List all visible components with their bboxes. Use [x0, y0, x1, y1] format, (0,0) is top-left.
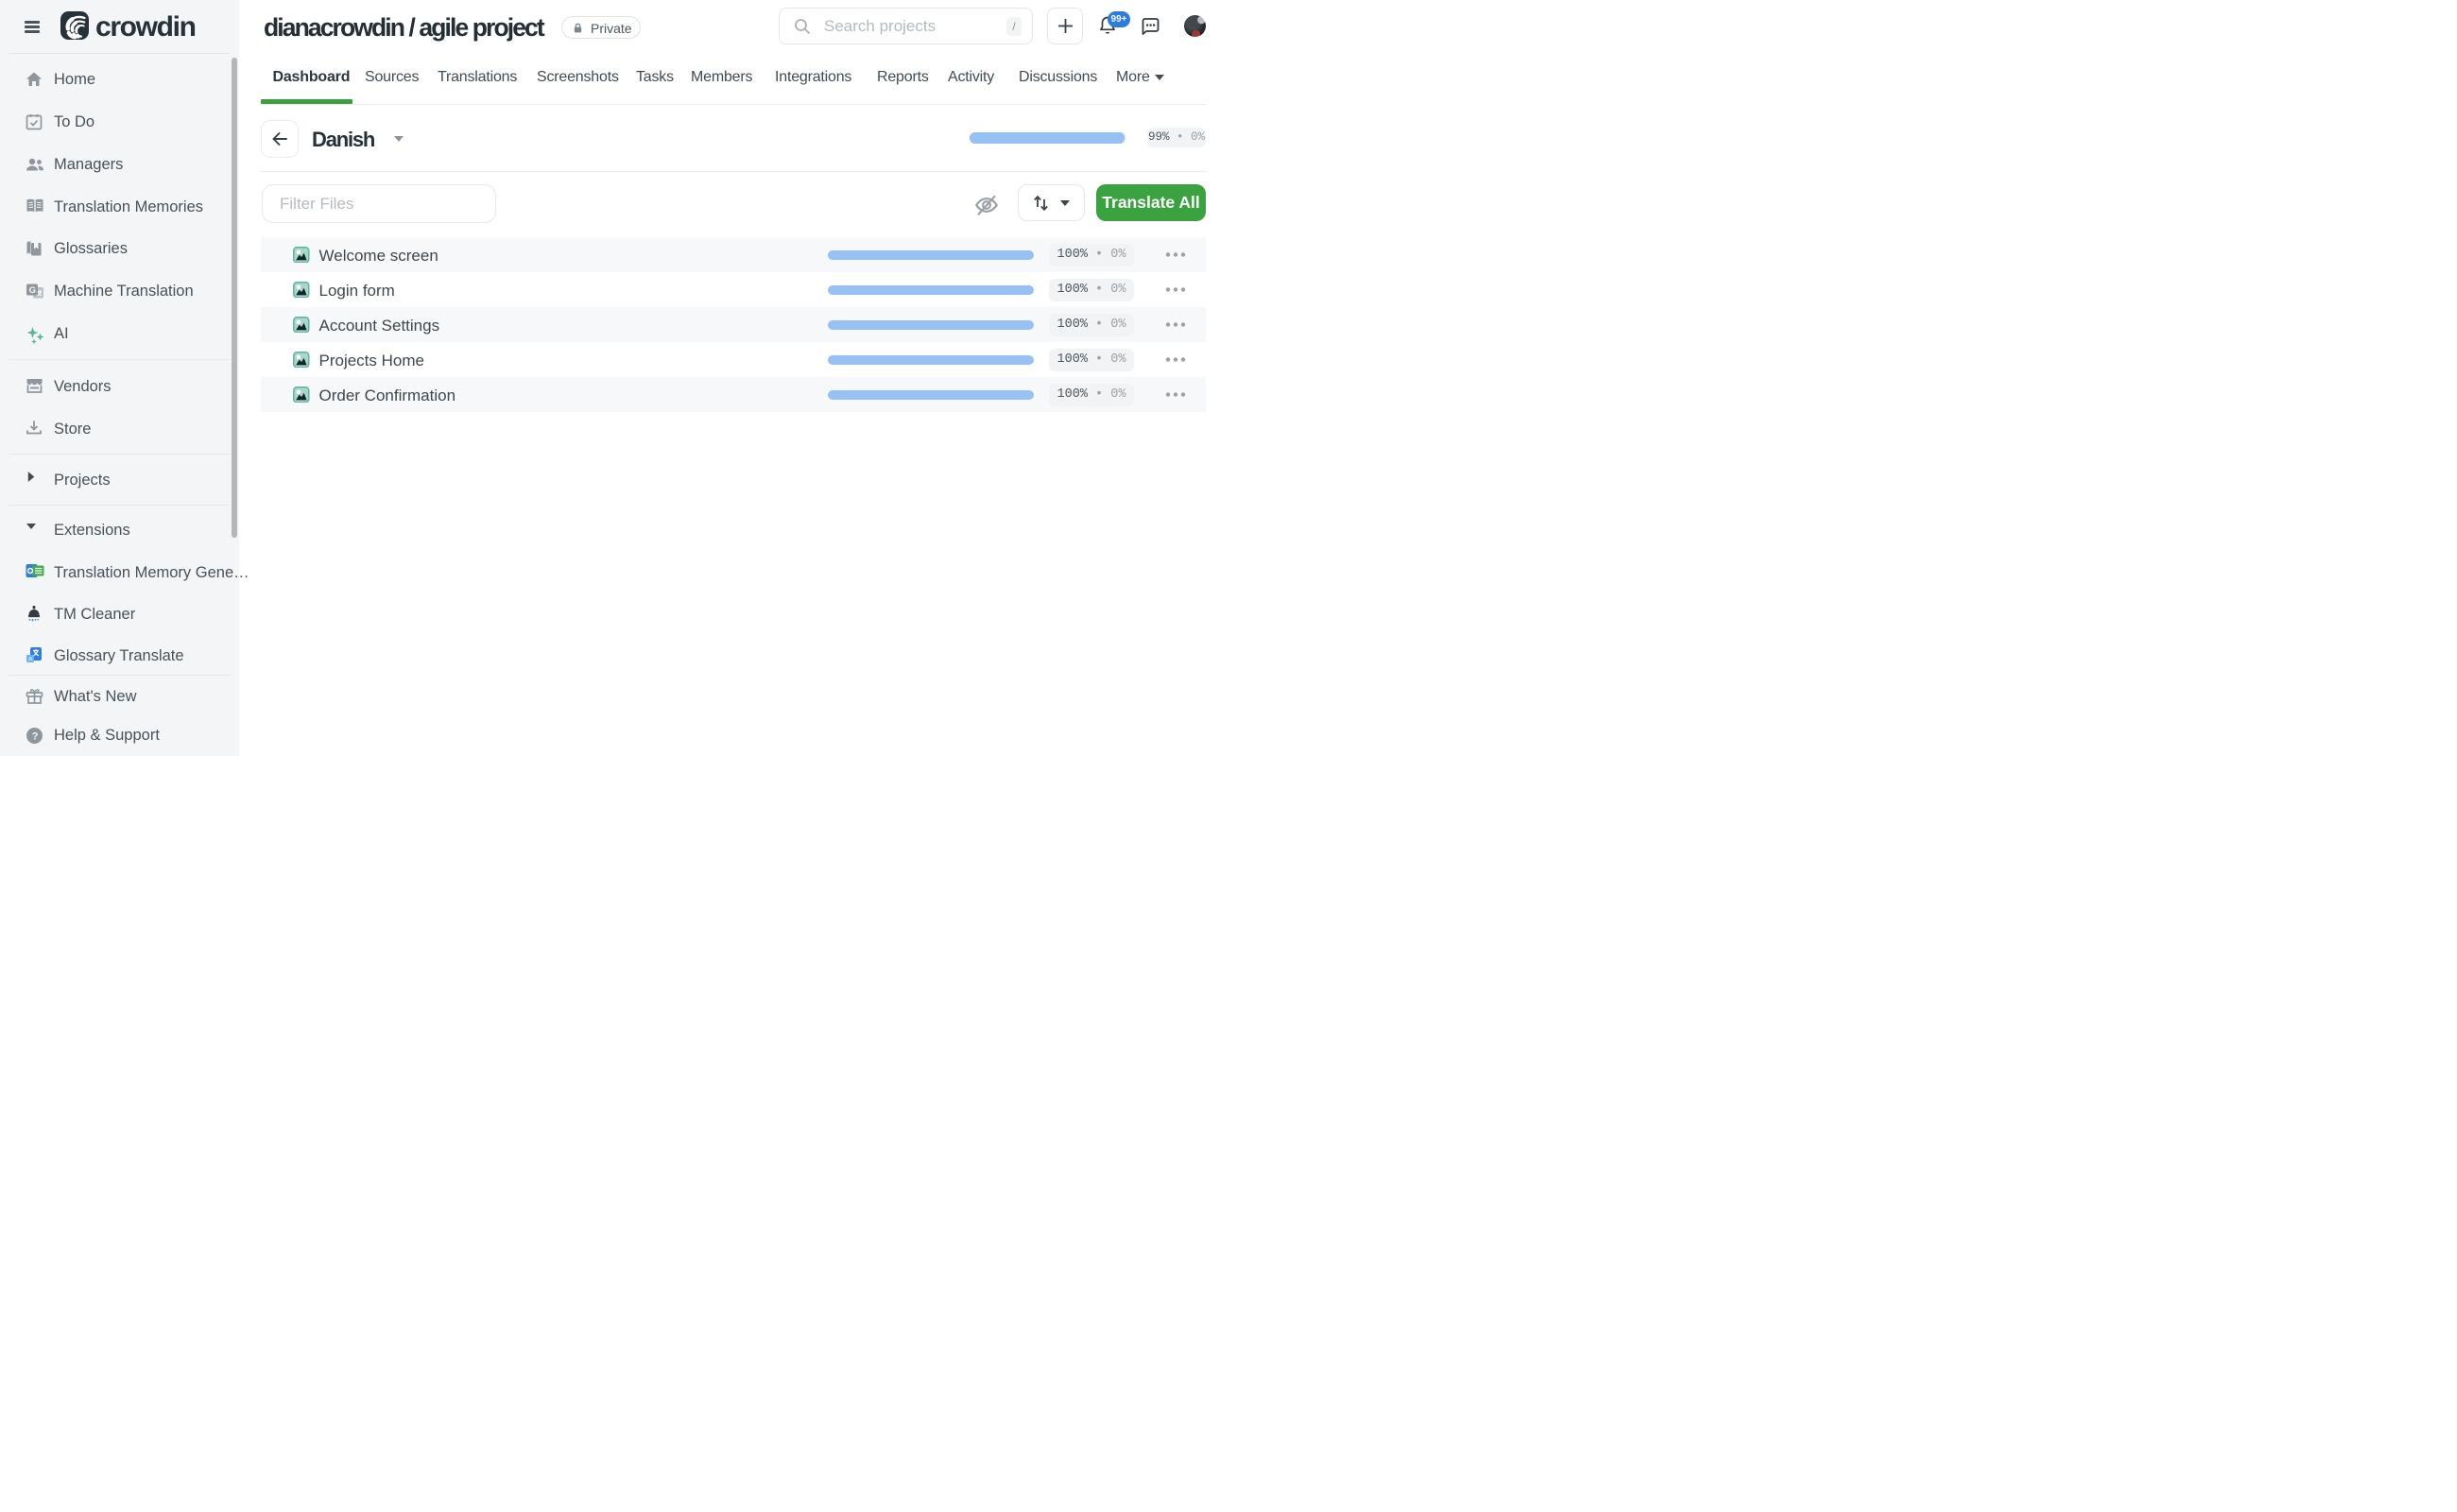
svg-text:A: A: [28, 656, 33, 662]
svg-text:?: ?: [32, 730, 39, 742]
svg-text:G: G: [29, 285, 36, 296]
